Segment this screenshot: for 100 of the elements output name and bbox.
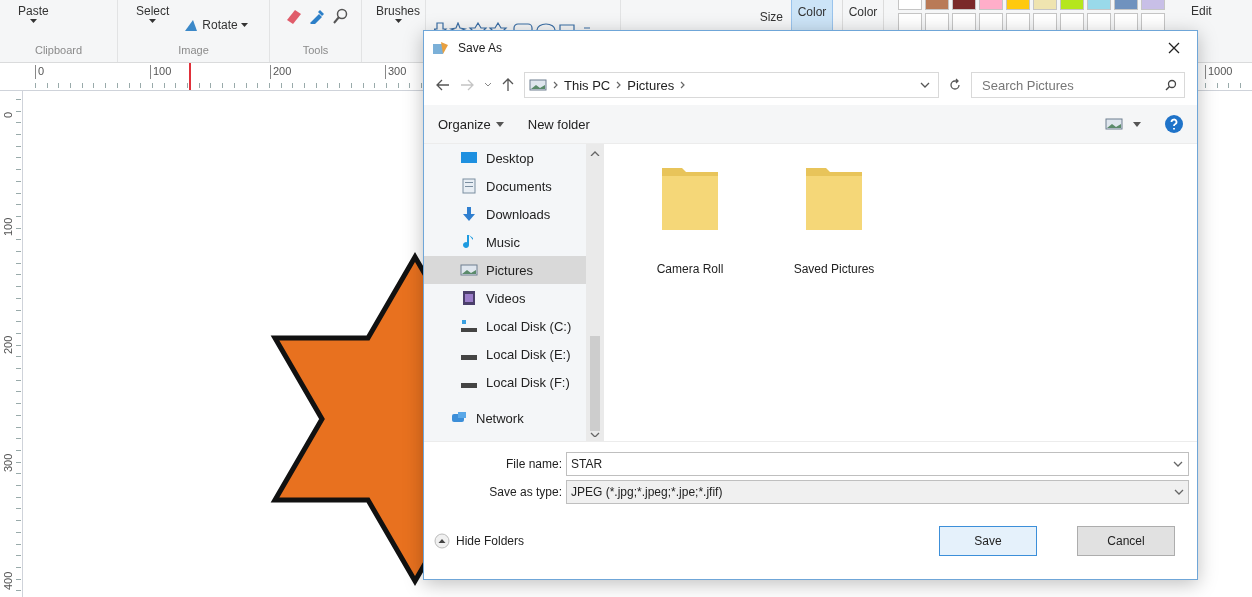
paint-app-icon <box>432 40 450 56</box>
drive-icon <box>460 382 478 388</box>
paste-button[interactable]: Paste <box>14 4 53 23</box>
chevron-right-icon <box>553 81 558 89</box>
magnifier-icon[interactable] <box>332 8 350 24</box>
color-swatch[interactable] <box>1087 0 1111 10</box>
drive-icon <box>460 354 478 360</box>
organize-button[interactable]: Organize <box>438 116 504 132</box>
picture-icon <box>529 78 547 92</box>
breadcrumb-item[interactable]: Pictures <box>627 77 675 93</box>
close-icon <box>1168 42 1180 54</box>
ruler-label: 0 <box>2 111 14 118</box>
color-swatch[interactable] <box>925 0 949 10</box>
caret-icon <box>29 19 37 23</box>
nav-item[interactable]: Pictures <box>424 256 586 284</box>
forward-button[interactable] <box>460 79 474 91</box>
desktop-icon <box>460 150 478 166</box>
size-label: Size <box>759 10 783 24</box>
save-button[interactable]: Save <box>939 526 1037 556</box>
color-swatch[interactable] <box>1033 0 1057 10</box>
folder-label[interactable]: Camera Roll <box>656 262 724 276</box>
scrollbar[interactable] <box>586 144 604 441</box>
ruler-label: 0 <box>35 65 45 79</box>
breadcrumb-item[interactable]: This PC <box>564 77 611 93</box>
caret-icon <box>394 19 402 23</box>
ruler-label: 400 <box>2 571 14 590</box>
color-swatch[interactable] <box>952 0 976 10</box>
caret-icon <box>149 19 157 23</box>
address-bar[interactable]: This PC Pictures <box>524 72 939 98</box>
file-type-dropdown[interactable]: JPEG (*.jpg;*.jpeg;*.jpe;*.jfif) <box>566 480 1189 504</box>
color-swatch[interactable] <box>898 0 922 10</box>
caret-icon <box>1133 121 1141 127</box>
file-name-field[interactable]: STAR <box>566 452 1189 476</box>
nav-item[interactable]: Network <box>424 404 586 432</box>
nav-item[interactable]: Videos <box>424 284 586 312</box>
eraser-icon[interactable] <box>284 8 302 24</box>
chevron-right-icon <box>680 81 686 89</box>
search-icon <box>1165 79 1177 91</box>
color-swatch[interactable] <box>979 0 1003 10</box>
color-swatch[interactable] <box>1060 0 1084 10</box>
nav-item[interactable]: Downloads <box>424 200 586 228</box>
recent-locations-button[interactable] <box>484 82 492 88</box>
field-label: Save as type: <box>488 485 562 499</box>
edit-colors-button[interactable]: Edit <box>1187 4 1216 18</box>
forward-arrow-icon <box>460 79 474 91</box>
hide-folders-button[interactable]: Hide Folders <box>434 533 525 549</box>
chevron-up-icon <box>590 150 600 157</box>
up-button[interactable] <box>502 78 514 92</box>
up-arrow-icon <box>502 78 514 92</box>
group-label: Tools <box>301 44 330 58</box>
picture-icon <box>460 262 478 278</box>
back-button[interactable] <box>436 79 450 91</box>
chevron-right-icon <box>616 81 622 89</box>
folder-label[interactable]: Saved Pictures <box>793 262 875 276</box>
new-folder-button[interactable]: New folder <box>527 116 590 132</box>
refresh-button[interactable] <box>949 78 961 92</box>
collapse-icon <box>434 533 450 549</box>
select-button[interactable]: Select <box>132 4 174 23</box>
chevron-down-icon[interactable] <box>1173 460 1183 468</box>
back-arrow-icon <box>436 79 450 91</box>
ruler-label: 100 <box>2 217 14 236</box>
color-picker-icon[interactable] <box>308 8 326 24</box>
ruler-label: 1000 <box>1205 65 1233 79</box>
group-label: Image <box>177 44 210 58</box>
nav-item[interactable]: Documents <box>424 172 586 200</box>
picture-icon <box>1105 118 1123 130</box>
caret-icon <box>495 121 504 127</box>
view-options-button[interactable] <box>1105 118 1141 130</box>
help-icon <box>1165 115 1183 133</box>
caret-icon <box>240 23 248 27</box>
color-swatch[interactable] <box>1114 0 1138 10</box>
ruler-label: 200 <box>2 335 14 354</box>
nav-item[interactable]: Music <box>424 228 586 256</box>
search-field[interactable]: Search Pictures <box>971 72 1185 98</box>
ruler-label: 200 <box>270 65 292 79</box>
cancel-button[interactable]: Cancel <box>1077 526 1175 556</box>
brushes-button[interactable]: Brushes <box>372 4 425 23</box>
nav-item[interactable]: Local Disk (E:) <box>424 340 586 368</box>
nav-item[interactable]: Local Disk (C:) <box>424 312 586 340</box>
ruler-label: 300 <box>2 453 14 472</box>
drive-icon <box>460 318 478 334</box>
chevron-down-icon[interactable] <box>920 81 930 89</box>
download-arrow-icon <box>460 206 478 222</box>
color-swatch[interactable] <box>1006 0 1030 10</box>
ruler-label: 100 <box>150 65 172 79</box>
cursor-marker <box>189 63 191 90</box>
refresh-icon <box>949 78 961 92</box>
group-label: Clipboard <box>33 44 84 58</box>
nav-item[interactable]: Local Disk (F:) <box>424 368 586 396</box>
field-label: File name: <box>504 457 562 471</box>
film-icon <box>460 290 478 306</box>
rotate-button[interactable]: Rotate <box>183 18 248 32</box>
ruler-label: 300 <box>385 65 407 79</box>
help-button[interactable] <box>1165 115 1183 133</box>
color-swatch[interactable] <box>1141 0 1165 10</box>
scrollbar-thumb[interactable] <box>590 336 600 431</box>
document-icon <box>460 178 478 194</box>
dialog-title: Save As <box>458 41 504 55</box>
chevron-down-icon <box>590 430 600 437</box>
nav-item[interactable]: Desktop <box>424 144 586 172</box>
